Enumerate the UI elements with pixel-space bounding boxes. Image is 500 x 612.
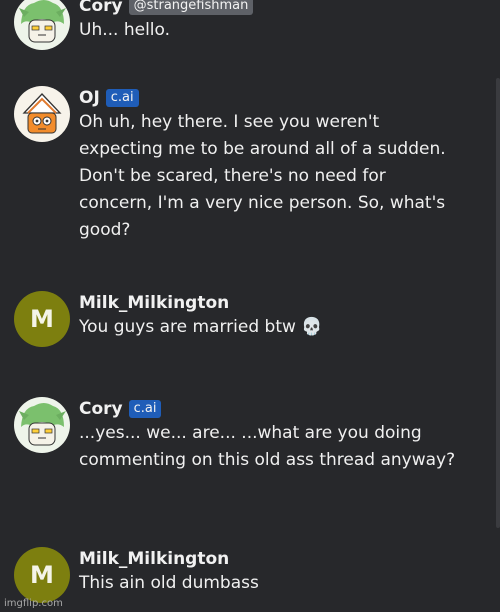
- milk-avatar[interactable]: M: [14, 291, 70, 347]
- author-name[interactable]: Cory: [79, 0, 123, 16]
- message-milk-1: M Milk_Milkington You guys are married b…: [14, 291, 454, 351]
- green-haired-character-avatar-icon: [14, 397, 70, 453]
- scrollbar[interactable]: [496, 78, 500, 528]
- message-header: Milk_Milkington: [79, 547, 229, 571]
- author-handle-badge: @strangefishman: [128, 0, 254, 15]
- message-text: Uh... hello.: [79, 20, 171, 40]
- message-text: You guys are married btw 💀: [79, 317, 323, 337]
- oj-avatar[interactable]: [14, 86, 70, 142]
- chat-thread: Cory @strangefishman Uh... hello. OJ c.a…: [0, 0, 496, 612]
- message-text: This ain old dumbass: [79, 573, 259, 593]
- message-text: Oh uh, hey there. I see you weren't expe…: [79, 112, 446, 240]
- message-oj: OJ c.ai Oh uh, hey there. I see you were…: [14, 86, 454, 256]
- message-text: ...yes... we... are... ...what are you d…: [79, 423, 456, 470]
- author-name[interactable]: Cory: [79, 399, 123, 419]
- message-milk-2: M Milk_Milkington This ain old dumbass: [14, 547, 454, 607]
- cai-badge: c.ai: [128, 400, 162, 418]
- message-cory-1: Cory @strangefishman Uh... hello.: [14, 0, 454, 54]
- cory-avatar[interactable]: [14, 397, 70, 453]
- message-header: OJ c.ai: [79, 86, 139, 110]
- green-haired-character-avatar-icon: [14, 0, 70, 50]
- orange-character-avatar-icon: [14, 86, 70, 142]
- cory-avatar[interactable]: [14, 0, 70, 50]
- message-header: Cory c.ai: [79, 397, 162, 421]
- author-name[interactable]: Milk_Milkington: [79, 549, 229, 569]
- imgflip-watermark: imgflip.com: [4, 598, 63, 609]
- cai-badge: c.ai: [105, 89, 139, 107]
- author-name[interactable]: Milk_Milkington: [79, 293, 229, 313]
- milk-avatar[interactable]: M: [14, 547, 70, 603]
- message-header: Milk_Milkington: [79, 291, 229, 315]
- author-name[interactable]: OJ: [79, 88, 100, 108]
- message-header: Cory @strangefishman: [79, 0, 254, 18]
- message-cory-2: Cory c.ai ...yes... we... are... ...what…: [14, 397, 455, 507]
